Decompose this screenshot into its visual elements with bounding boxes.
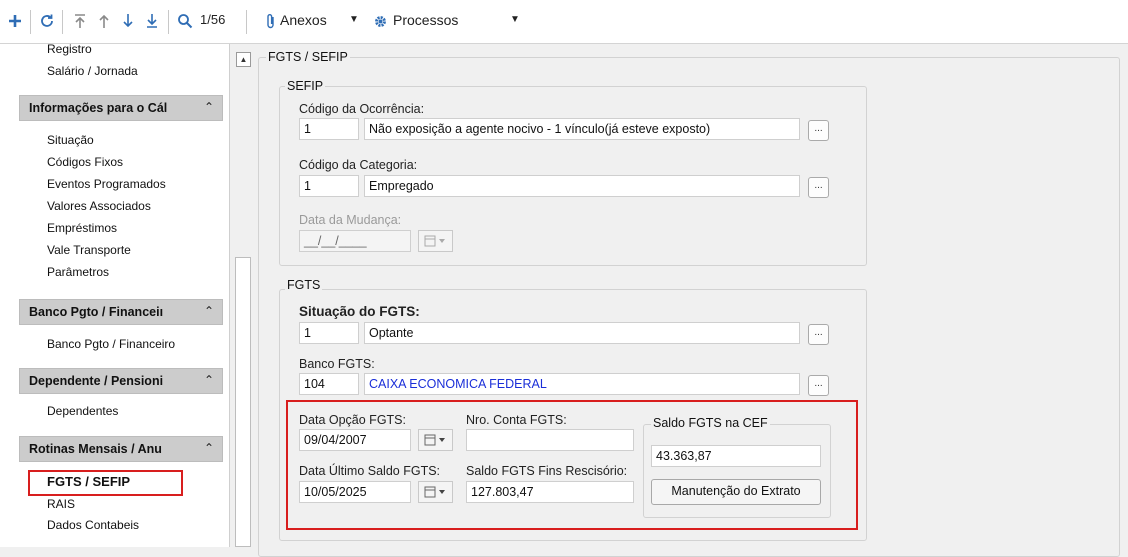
saldo-fins-label: Saldo FGTS Fins Rescisório: (466, 464, 628, 478)
section-title: Dependente / Pensioni (29, 374, 164, 388)
toolbar: 1/56 Anexos ▼ Processos ▼ (0, 0, 1128, 44)
saldo-cef-field[interactable]: 43.363,87 (651, 445, 821, 467)
section-title: Informações para o Cál (29, 101, 168, 115)
section-header-dependente[interactable]: Dependente / Pensioni ⌃ (19, 368, 223, 394)
section-header-banco[interactable]: Banco Pgto / Financeiı ⌃ (19, 299, 223, 325)
data-opcao-field[interactable]: 09/04/2007 (299, 429, 411, 451)
ocorrencia-label: Código da Ocorrência: (299, 102, 425, 116)
nro-conta-label: Nro. Conta FGTS: (466, 413, 567, 427)
processos-menu[interactable]: Processos (393, 12, 458, 28)
selected-item-highlight (28, 470, 183, 496)
processos-chevron-down-icon[interactable]: ▼ (510, 14, 520, 25)
ocorrencia-lookup-button[interactable]: ... (808, 120, 829, 141)
categoria-description-field[interactable]: Empregado (364, 175, 800, 197)
sidebar-item-situacao[interactable]: Situação (47, 133, 94, 147)
sidebar-item-rais[interactable]: RAIS (47, 497, 75, 511)
sidebar-item-parametros[interactable]: Parâmetros (47, 265, 109, 279)
refresh-icon[interactable] (36, 9, 58, 33)
search-icon[interactable] (174, 9, 196, 33)
gear-icon (371, 9, 389, 33)
banco-label: Banco FGTS: (299, 357, 375, 371)
sidebar-item-vale-transporte[interactable]: Vale Transporte (47, 243, 131, 257)
scrollbar[interactable] (235, 257, 251, 547)
sefip-title: SEFIP (285, 79, 326, 93)
section-title: Rotinas Mensais / Anu (29, 442, 162, 456)
sidebar-item-eventos-programados[interactable]: Eventos Programados (47, 177, 166, 191)
toolbar-divider (62, 10, 63, 34)
section-header-informacoes[interactable]: Informações para o Cál ⌃ (19, 95, 223, 121)
sidebar-item-valores-associados[interactable]: Valores Associados (47, 199, 151, 213)
sidebar-item-dependentes[interactable]: Dependentes (47, 404, 118, 418)
toolbar-divider (246, 10, 247, 34)
toolbar-divider (168, 10, 169, 34)
saldo-fins-field[interactable]: 127.803,47 (466, 481, 634, 503)
sidebar-item-dados-contabeis[interactable]: Dados Contabeis (47, 518, 139, 532)
collapse-chevron-icon[interactable]: ⌃ (204, 100, 214, 114)
sidebar-item-emprestimos[interactable]: Empréstimos (47, 221, 117, 235)
section-title: Banco Pgto / Financeiı (29, 305, 164, 319)
record-counter: 1/56 (200, 12, 226, 27)
calendar-icon[interactable] (418, 429, 453, 451)
situacao-label: Situação do FGTS: (299, 304, 420, 319)
fgts-title: FGTS (285, 278, 323, 292)
collapse-chevron-icon[interactable]: ⌃ (204, 441, 214, 455)
collapse-chevron-icon[interactable]: ⌃ (204, 373, 214, 387)
calendar-icon[interactable] (418, 481, 453, 503)
ocorrencia-description-field[interactable]: Não exposição a agente nocivo - 1 víncul… (364, 118, 800, 140)
next-record-icon[interactable] (118, 9, 138, 33)
calendar-icon[interactable] (418, 230, 453, 252)
data-opcao-label: Data Opção FGTS: (299, 413, 406, 427)
nro-conta-field[interactable] (466, 429, 634, 451)
sidebar-item-registro[interactable]: Registro (47, 44, 92, 56)
first-record-icon[interactable] (70, 9, 90, 33)
toolbar-divider (30, 10, 31, 34)
banco-description-field[interactable]: CAIXA ECONOMICA FEDERAL (364, 373, 800, 395)
data-ultimo-label: Data Último Saldo FGTS: (299, 464, 441, 478)
collapse-icon[interactable]: ▲ (236, 52, 251, 67)
situacao-code-field[interactable]: 1 (299, 322, 359, 344)
manutencao-extrato-button[interactable]: Manutenção do Extrato (651, 479, 821, 505)
paperclip-icon (264, 9, 278, 33)
previous-record-icon[interactable] (94, 9, 114, 33)
last-record-icon[interactable] (142, 9, 162, 33)
add-icon[interactable] (4, 9, 26, 33)
panel-title: FGTS / SEFIP (266, 50, 350, 64)
mudanca-label: Data da Mudança: (299, 213, 402, 227)
categoria-code-field[interactable]: 1 (299, 175, 359, 197)
ocorrencia-code-field[interactable]: 1 (299, 118, 359, 140)
categoria-lookup-button[interactable]: ... (808, 177, 829, 198)
sidebar-item-banco-pgto[interactable]: Banco Pgto / Financeiro (47, 337, 175, 351)
banco-lookup-button[interactable]: ... (808, 375, 829, 396)
mudanca-date-field[interactable]: __/__/____ (299, 230, 411, 252)
banco-code-field[interactable]: 104 (299, 373, 359, 395)
saldo-cef-title: Saldo FGTS na CEF (651, 416, 770, 430)
collapse-chevron-icon[interactable]: ⌃ (204, 304, 214, 318)
section-header-rotinas[interactable]: Rotinas Mensais / Anu ⌃ (19, 436, 223, 462)
situacao-lookup-button[interactable]: ... (808, 324, 829, 345)
categoria-label: Código da Categoria: (299, 158, 418, 172)
sidebar-item-codigos-fixos[interactable]: Códigos Fixos (47, 155, 123, 169)
anexos-chevron-down-icon[interactable]: ▼ (349, 14, 359, 25)
situacao-description-field[interactable]: Optante (364, 322, 800, 344)
anexos-menu[interactable]: Anexos (280, 12, 327, 28)
sidebar-item-salario[interactable]: Salário / Jornada (47, 64, 138, 78)
data-ultimo-field[interactable]: 10/05/2025 (299, 481, 411, 503)
